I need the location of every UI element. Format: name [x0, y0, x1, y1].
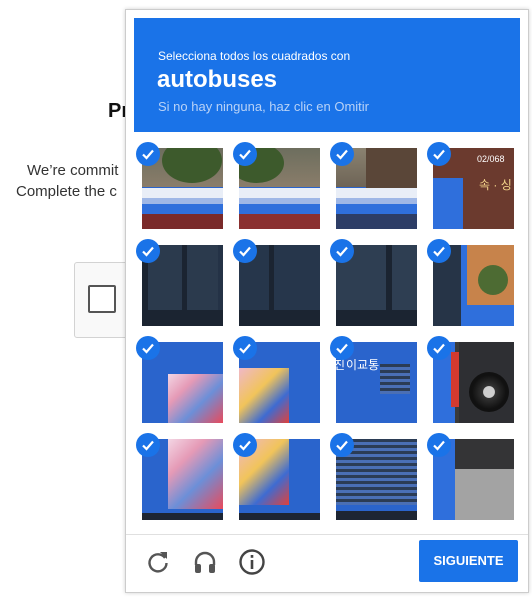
grid-tile-2[interactable] — [231, 140, 328, 237]
next-button[interactable]: SIGUIENTE — [419, 540, 518, 582]
footer-divider — [126, 534, 528, 535]
check-icon — [233, 336, 257, 360]
check-icon — [427, 336, 451, 360]
page-text-line-2: Complete the c — [16, 183, 117, 200]
grid-tile-5[interactable] — [134, 237, 231, 334]
check-icon — [330, 433, 354, 457]
recaptcha-checkbox[interactable] — [88, 285, 116, 313]
challenge-banner: Selecciona todos los cuadrados con autob… — [134, 18, 520, 132]
grid-tile-8[interactable] — [425, 237, 522, 334]
grid-tile-4[interactable]: 02/068 속 · 싱 — [425, 140, 522, 237]
check-icon — [427, 239, 451, 263]
sign-number: 02/068 — [477, 154, 505, 164]
check-icon — [330, 239, 354, 263]
check-icon — [233, 433, 257, 457]
check-icon — [136, 336, 160, 360]
challenge-target: autobuses — [157, 66, 278, 93]
grid-tile-7[interactable] — [328, 237, 425, 334]
check-icon — [330, 142, 354, 166]
grid-tile-12[interactable] — [425, 334, 522, 431]
check-icon — [427, 142, 451, 166]
bus-text-2: 이교통 — [346, 358, 380, 372]
check-icon — [427, 433, 451, 457]
captcha-challenge: Selecciona todos los cuadrados con autob… — [125, 9, 529, 593]
page-text-line-1: We’re commit — [27, 162, 119, 179]
grid-tile-6[interactable] — [231, 237, 328, 334]
challenge-hint: Si no hay ninguna, haz clic en Omitir — [158, 99, 369, 114]
grid-tile-16[interactable] — [425, 431, 522, 528]
sign-korean: 속 · 싱 — [479, 178, 512, 192]
check-icon — [233, 239, 257, 263]
check-icon — [136, 142, 160, 166]
image-grid: 02/068 속 · 싱 진 이교통 — [134, 140, 522, 528]
grid-tile-1[interactable] — [134, 140, 231, 237]
grid-tile-13[interactable] — [134, 431, 231, 528]
check-icon — [330, 336, 354, 360]
grid-tile-15[interactable] — [328, 431, 425, 528]
reload-icon[interactable] — [143, 547, 173, 577]
grid-tile-3[interactable] — [328, 140, 425, 237]
grid-tile-10[interactable] — [231, 334, 328, 431]
check-icon — [233, 142, 257, 166]
grid-tile-11[interactable]: 진 이교통 — [328, 334, 425, 431]
grid-tile-9[interactable] — [134, 334, 231, 431]
check-icon — [136, 433, 160, 457]
headphones-icon[interactable] — [190, 547, 220, 577]
info-icon[interactable] — [237, 547, 267, 577]
challenge-instruction: Selecciona todos los cuadrados con — [158, 49, 351, 63]
check-icon — [136, 239, 160, 263]
grid-tile-14[interactable] — [231, 431, 328, 528]
